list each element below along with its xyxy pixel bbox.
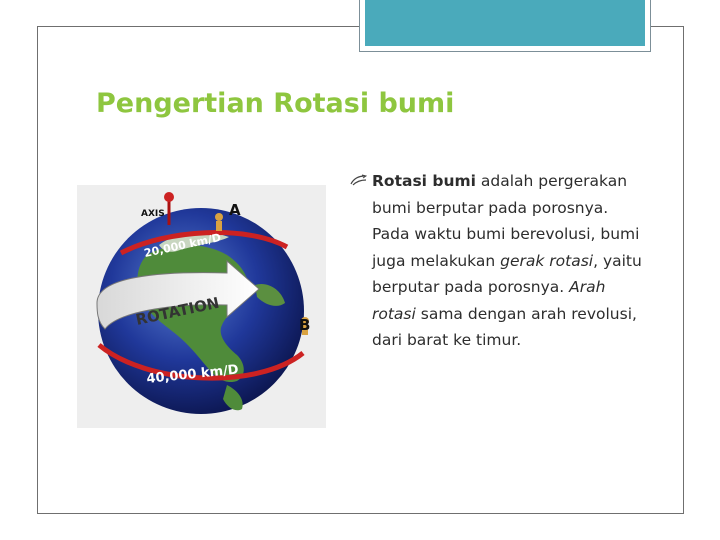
bullet-point: Rotasi bumi adalah pergerakan bumi berpu… [350,168,650,354]
person-a-body [216,221,222,231]
body-paragraph: Rotasi bumi adalah pergerakan bumi berpu… [372,168,650,354]
point-b-label: B [299,316,310,334]
earth-rotation-image: AXIS A B 20,000 km/D 40,000 km/D ROTATIO… [77,185,326,428]
point-a-label: A [229,201,241,219]
slide-title: Pengertian Rotasi bumi [96,88,455,119]
person-a-marker [215,213,223,221]
header-tab [359,0,651,52]
axis-pole-tip [164,192,174,202]
header-tab-fill [365,0,645,46]
bullet-icon [350,174,367,186]
term-bold: Rotasi bumi [372,172,476,190]
term-italic-1: gerak rotasi [500,251,594,270]
earth-rotation-illustration: AXIS A B 20,000 km/D 40,000 km/D ROTATIO… [96,192,310,414]
axis-label: AXIS [141,209,165,219]
